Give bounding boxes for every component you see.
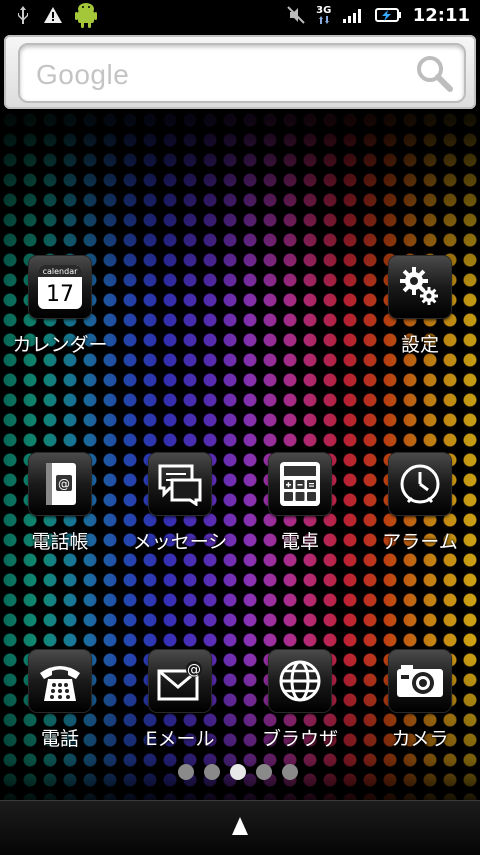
app-label-alarm: アラーム xyxy=(382,531,458,553)
camera-icon xyxy=(389,650,451,712)
app-messages[interactable]: メッセーシ xyxy=(120,453,240,554)
status-bar: 3G 12:11 xyxy=(0,0,480,30)
page-indicator xyxy=(178,764,298,780)
android-icon xyxy=(74,1,98,29)
mute-icon xyxy=(286,6,305,24)
app-phone[interactable]: 電話 xyxy=(0,650,120,751)
globe-icon xyxy=(269,650,331,712)
app-email[interactable]: @ Eメール xyxy=(120,650,240,751)
calendar-icon-header: calendar xyxy=(43,267,78,276)
app-label-camera: カメラ xyxy=(391,728,449,750)
system-icons: 3G 12:11 xyxy=(286,4,480,26)
warning-icon xyxy=(44,6,62,24)
calendar-icon-day: 17 xyxy=(46,282,74,307)
signal-3g-icon: 3G xyxy=(315,6,333,24)
battery-charging-icon xyxy=(374,6,403,24)
google-search-widget[interactable]: Google xyxy=(4,35,476,109)
app-label-email: Eメール xyxy=(145,728,215,750)
app-label-settings: 設定 xyxy=(400,334,439,356)
search-icon[interactable] xyxy=(414,53,454,93)
calculator-icon xyxy=(269,453,331,515)
app-camera[interactable]: カメラ xyxy=(360,650,480,751)
status-clock: 12:11 xyxy=(412,4,470,26)
notification-icons[interactable] xyxy=(0,1,98,29)
app-browser[interactable]: ブラウザ xyxy=(240,650,360,751)
contacts-icon-symbol: @ xyxy=(58,477,70,491)
app-label-phone: 電話 xyxy=(40,728,79,750)
app-label-calculator: 電卓 xyxy=(280,531,319,553)
app-calculator[interactable]: 電卓 xyxy=(240,453,360,554)
app-alarm[interactable]: アラーム xyxy=(360,453,480,554)
app-label-browser: ブラウザ xyxy=(261,728,338,750)
app-label-messages: メッセーシ xyxy=(132,531,228,553)
message-bubble-icon xyxy=(149,453,211,515)
google-logo: Google xyxy=(36,59,130,90)
network-type-label: 3G xyxy=(316,5,332,16)
page-dot-current[interactable] xyxy=(230,764,246,780)
contacts-book-icon: @ xyxy=(29,453,91,515)
search-box[interactable]: Google xyxy=(18,43,466,103)
signal-bars-icon xyxy=(342,6,365,24)
svg-text:@: @ xyxy=(187,662,201,678)
chevron-up-icon[interactable] xyxy=(231,816,249,840)
app-label-calendar: カレンダー xyxy=(12,334,108,356)
phone-icon xyxy=(29,650,91,712)
gear-icon xyxy=(389,256,451,318)
app-drawer-bar[interactable] xyxy=(0,800,480,855)
page-dot[interactable] xyxy=(204,764,220,780)
mail-envelope-icon: @ xyxy=(149,650,211,712)
page-dot[interactable] xyxy=(282,764,298,780)
page-dot[interactable] xyxy=(256,764,272,780)
app-label-contacts: 電話帳 xyxy=(31,531,89,553)
alarm-clock-icon xyxy=(389,453,451,515)
calendar-icon: calendar 17 xyxy=(29,256,91,318)
app-settings[interactable]: 設定 xyxy=(360,256,480,357)
page-dot[interactable] xyxy=(178,764,194,780)
usb-icon xyxy=(14,6,32,24)
app-calendar[interactable]: calendar 17 カレンダー xyxy=(0,256,120,357)
app-contacts[interactable]: @ 電話帳 xyxy=(0,453,120,554)
